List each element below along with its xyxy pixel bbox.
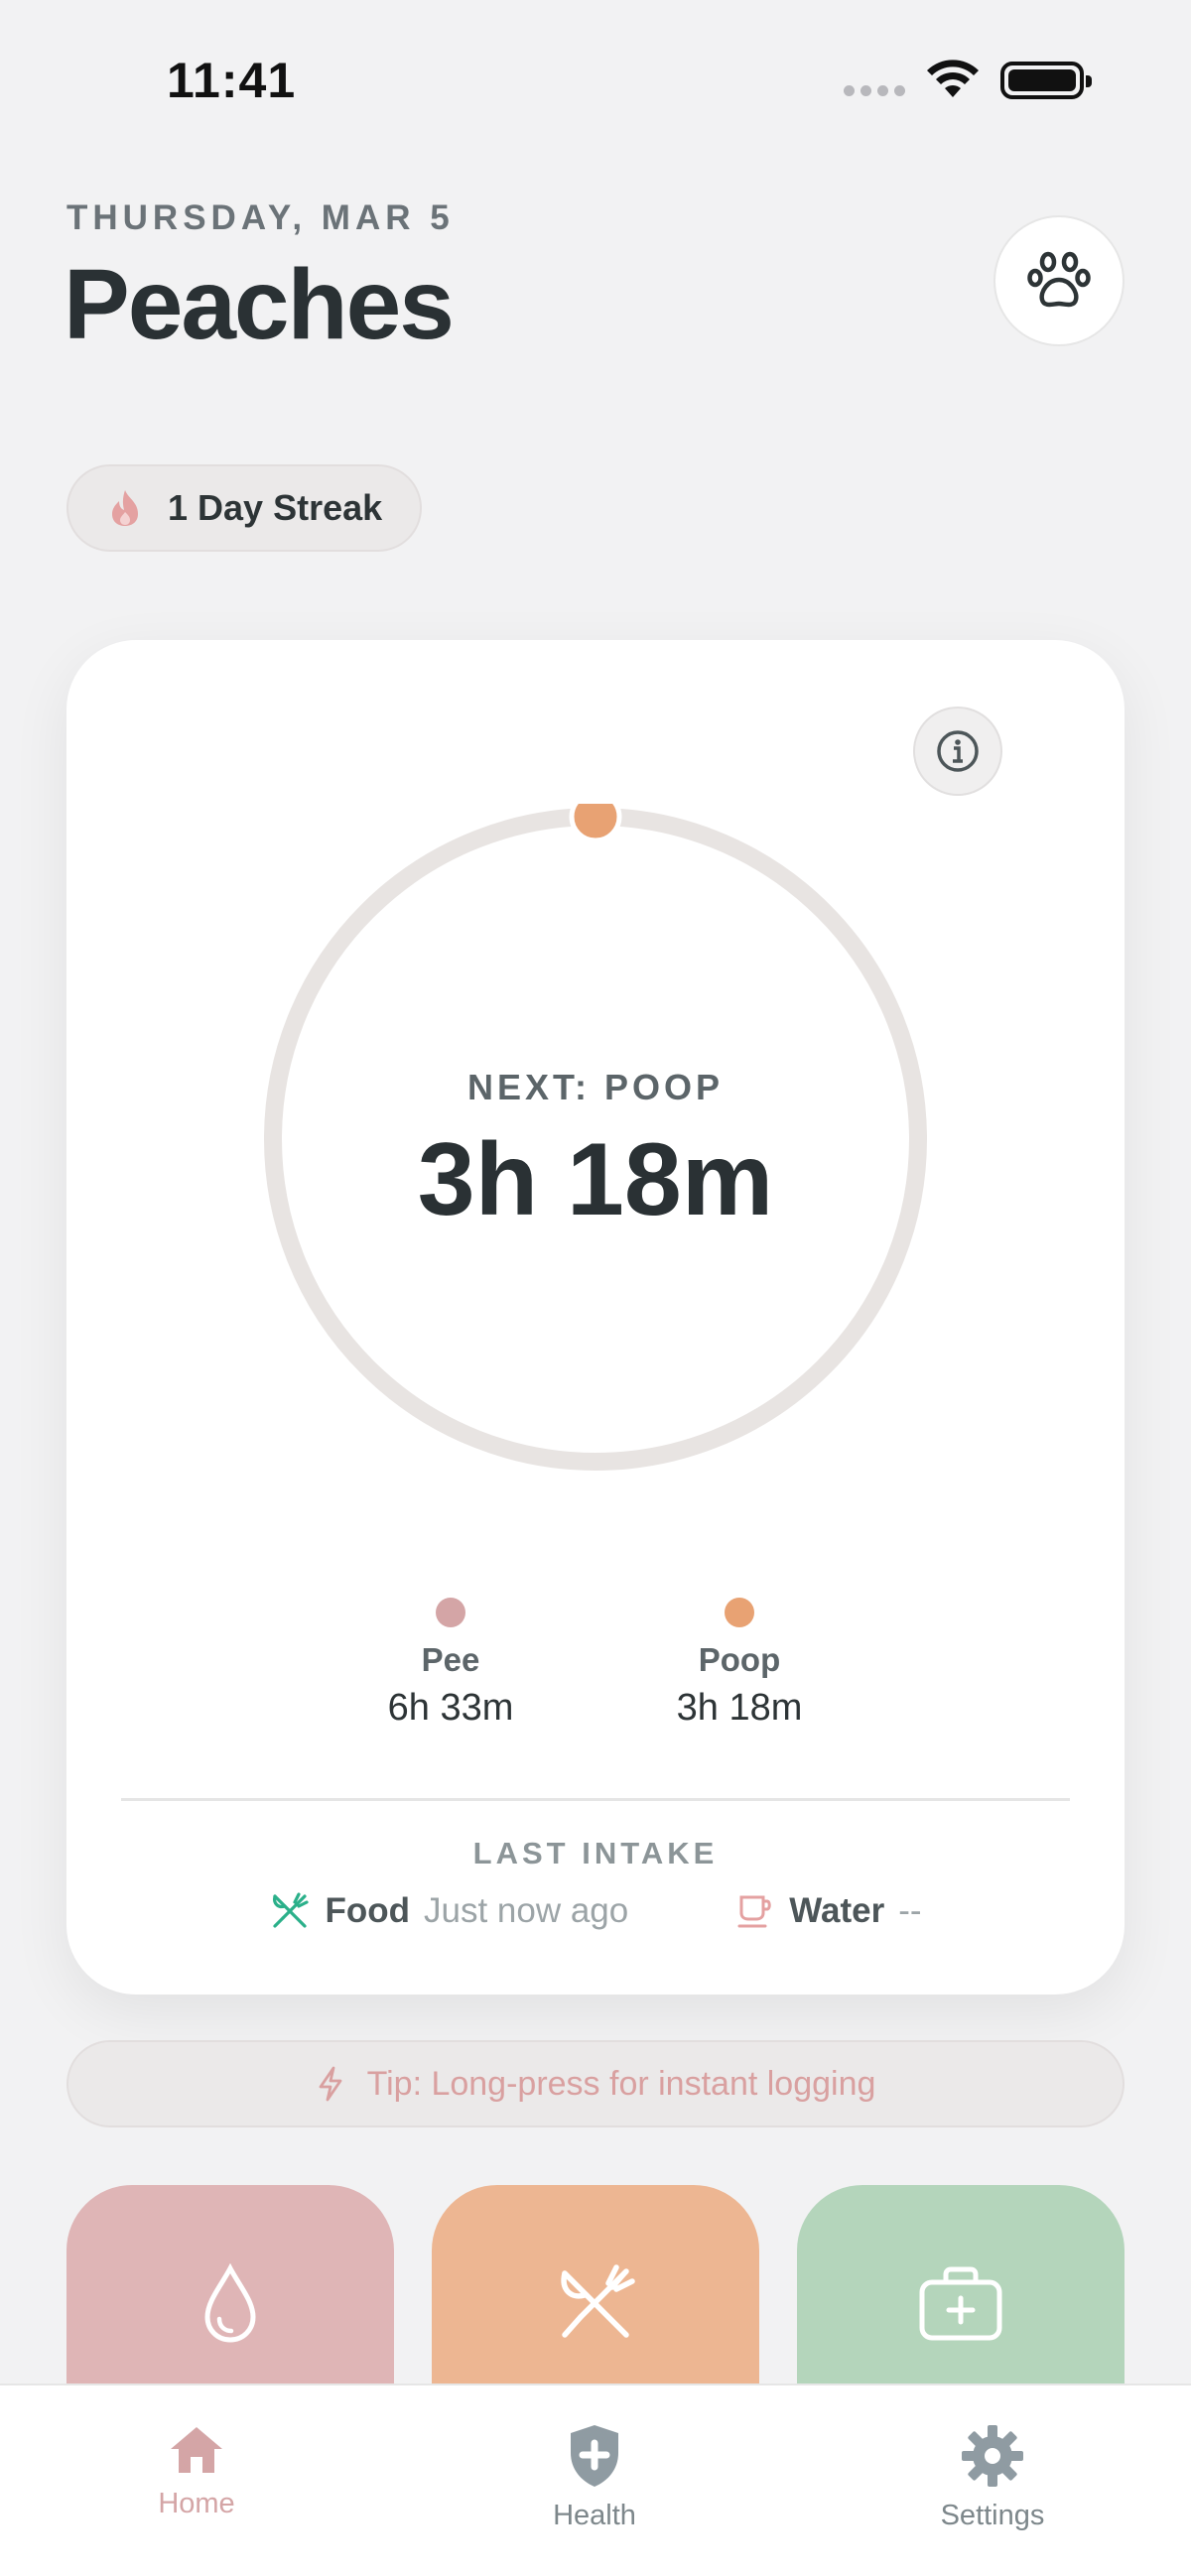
legend-poop: Poop 3h 18m [640, 1598, 839, 1730]
water-label: Water [789, 1891, 885, 1930]
paw-icon [1027, 251, 1091, 308]
tab-health-label: Health [553, 2500, 636, 2531]
gear-icon [962, 2425, 1023, 2487]
tab-home-label: Home [158, 2488, 235, 2519]
fork-knife-icon [561, 2264, 635, 2338]
tab-settings[interactable]: Settings [873, 2423, 1112, 2532]
home-icon [171, 2427, 222, 2473]
legend-poop-value: 3h 18m [676, 1687, 803, 1729]
tab-home[interactable]: Home [77, 2423, 316, 2520]
shield-plus-icon [571, 2425, 618, 2487]
water-time: -- [898, 1891, 922, 1930]
poop-dot [725, 1598, 754, 1627]
legend-poop-name: Poop [698, 1641, 781, 1678]
date-label: THURSDAY, MAR 5 [66, 198, 455, 237]
fork-knife-icon [273, 1892, 310, 1928]
next-event-countdown: 3h 18m [417, 1122, 774, 1237]
food-time: Just now ago [424, 1891, 629, 1930]
legend-pee: Pee 6h 33m [351, 1598, 550, 1730]
tip-banner: Tip: Long-press for instant logging [66, 2040, 1125, 2127]
food-label: Food [325, 1891, 410, 1930]
info-button[interactable] [913, 707, 1002, 796]
pet-name-title: Peaches [64, 249, 455, 360]
status-bar: 11:41 [0, 0, 1191, 159]
last-intake-row: Food Just now ago Water -- [66, 1890, 1125, 1932]
legend-pee-name: Pee [421, 1641, 480, 1678]
tab-health[interactable]: Health [475, 2423, 714, 2532]
log-health-button[interactable] [797, 2185, 1125, 2403]
ring-progress-marker [569, 804, 622, 843]
streak-badge[interactable]: 1 Day Streak [66, 464, 423, 552]
next-event-label: NEXT: POOP [466, 1067, 725, 1107]
log-pee-button[interactable] [66, 2185, 394, 2403]
droplet-icon [204, 2263, 256, 2343]
legend-pee-value: 6h 33m [387, 1687, 514, 1729]
pet-profile-button[interactable] [993, 215, 1125, 346]
lightning-icon [319, 2066, 341, 2102]
status-time: 11:41 [167, 53, 297, 108]
tip-text: Tip: Long-press for instant logging [366, 2064, 876, 2103]
tab-bar: Home Health Settings [0, 2383, 1191, 2576]
flame-icon [112, 490, 138, 526]
last-intake-label: LAST INTAKE [472, 1836, 719, 1870]
pee-dot [436, 1598, 465, 1627]
tab-settings-label: Settings [940, 2500, 1045, 2531]
log-food-button[interactable] [432, 2185, 759, 2403]
wifi-icon [927, 60, 979, 97]
cellular-signal-icon [844, 85, 905, 96]
divider [121, 1798, 1070, 1801]
first-aid-kit-icon [919, 2266, 1002, 2341]
info-icon [937, 730, 979, 772]
cup-icon [737, 1895, 771, 1928]
streak-label: 1 Day Streak [168, 487, 383, 528]
timer-card: NEXT: POOP 3h 18m Pee 6h 33m Poop 3h 18m… [66, 640, 1125, 1995]
battery-icon [1000, 62, 1092, 99]
